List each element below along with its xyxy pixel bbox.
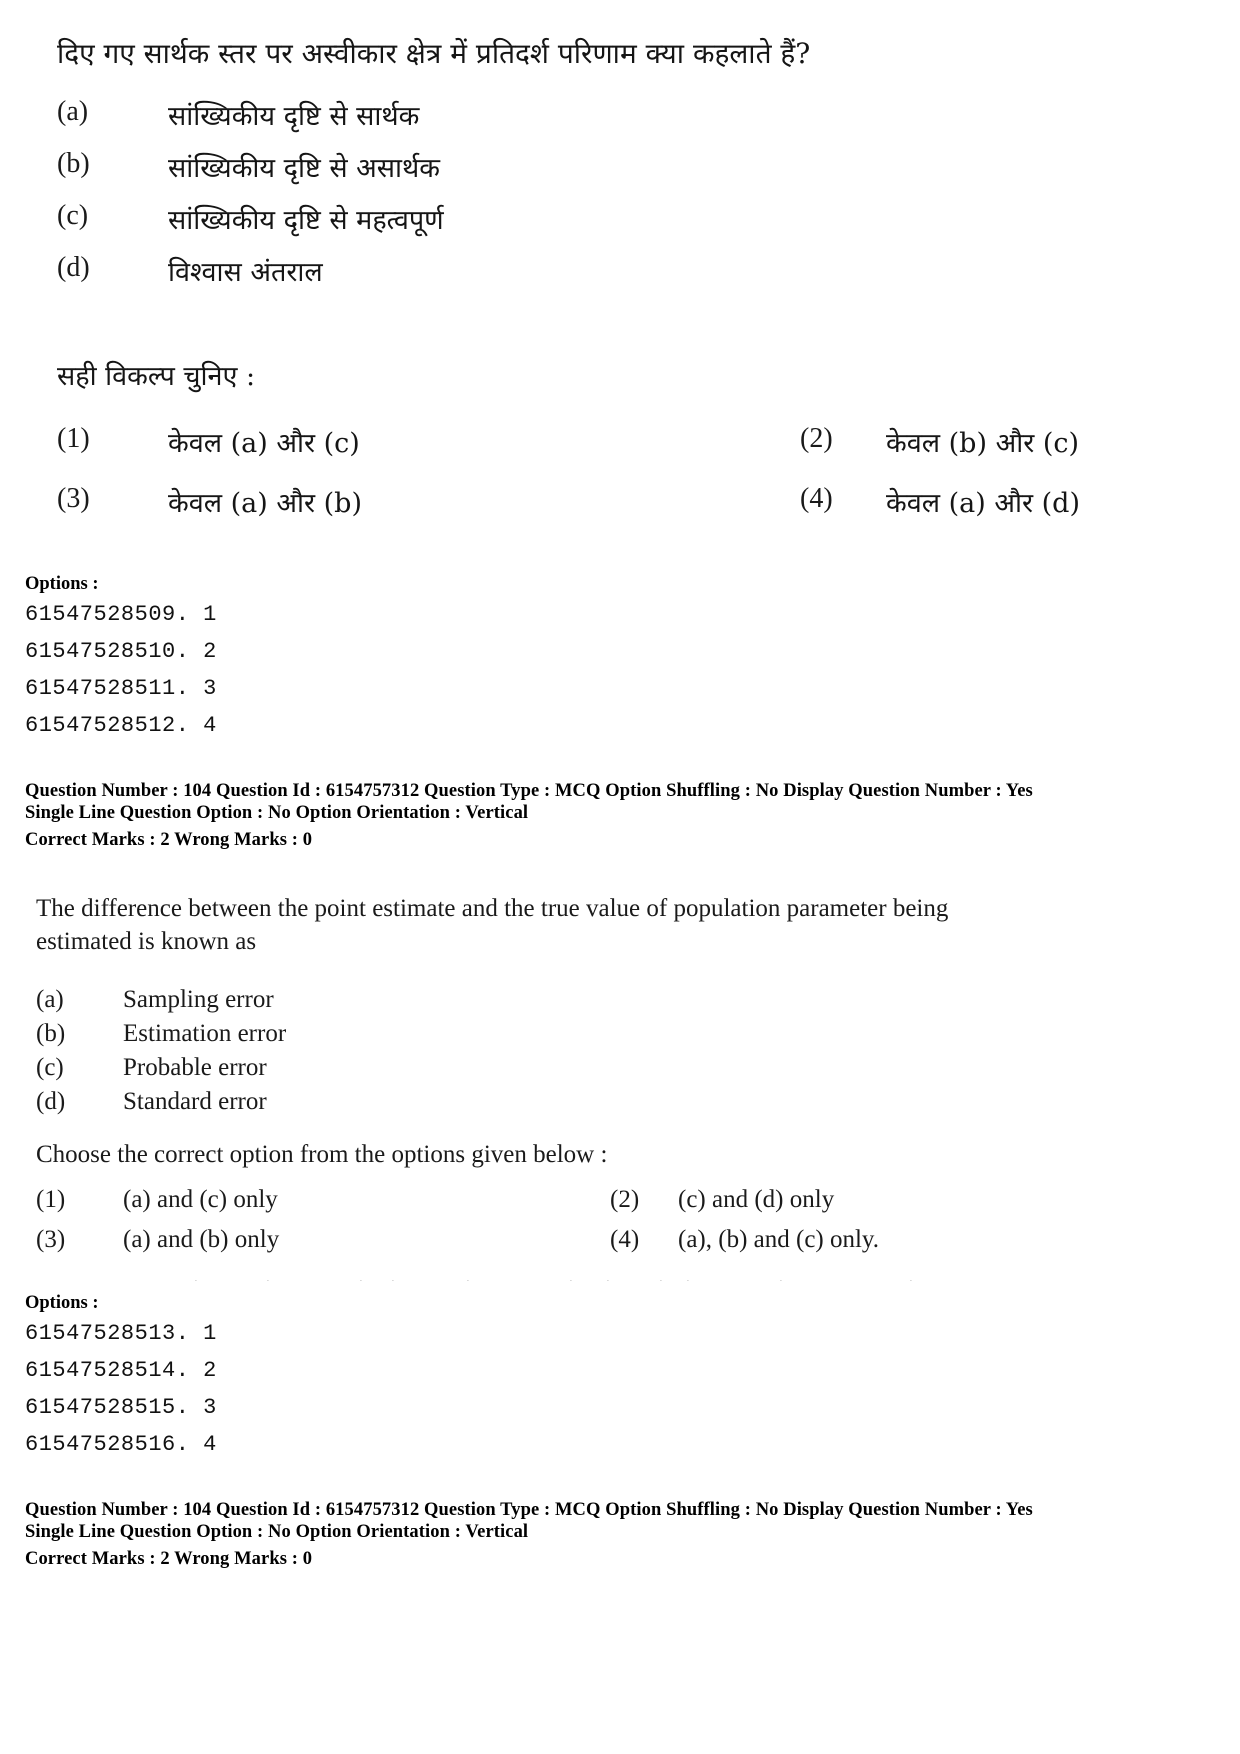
choice-text: (a), (b) and (c) only. xyxy=(678,1226,880,1253)
choice-text: (a) and (c) only xyxy=(123,1186,278,1213)
choice-label: (3) xyxy=(36,1226,66,1253)
question-stem-hindi: दिए गए सार्थक स्तर पर अस्वीकार क्षेत्र म… xyxy=(57,37,811,70)
option-id: 61547528512. 4 xyxy=(25,713,217,738)
choice-text: केवल (a) और (c) xyxy=(168,428,360,459)
choice-text: केवल (a) और (d) xyxy=(886,488,1080,519)
statement-label: (d) xyxy=(36,1088,66,1115)
question-stem-line: The difference between the point estimat… xyxy=(36,895,949,922)
statement-label: (c) xyxy=(57,200,89,231)
choice-label: (1) xyxy=(57,423,90,454)
option-id: 61547528513. 1 xyxy=(25,1321,217,1346)
statement-text: Probable error xyxy=(123,1054,267,1081)
instruction-hindi: सही विकल्प चुनिए : xyxy=(57,361,256,392)
option-id: 61547528516. 4 xyxy=(25,1432,217,1457)
meta-line: Correct Marks : 2 Wrong Marks : 0 xyxy=(25,1549,313,1569)
meta-line: Single Line Question Option : No Option … xyxy=(25,1522,529,1542)
statement-text: Sampling error xyxy=(123,986,274,1013)
statement-label: (c) xyxy=(36,1054,64,1081)
options-heading: Options : xyxy=(25,574,99,594)
choice-label: (2) xyxy=(610,1186,640,1213)
choice-label: (1) xyxy=(36,1186,66,1213)
meta-line: Correct Marks : 2 Wrong Marks : 0 xyxy=(25,830,313,850)
statement-text: सांख्यिकीय दृष्टि से सार्थक xyxy=(168,101,420,132)
statement-label: (d) xyxy=(57,252,90,283)
statement-text: Estimation error xyxy=(123,1020,287,1047)
statement-label: (b) xyxy=(57,148,90,179)
statement-text: विश्वास अंतराल xyxy=(168,257,323,288)
options-heading: Options : xyxy=(25,1293,99,1313)
meta-line: Question Number : 104 Question Id : 6154… xyxy=(25,781,1033,801)
statement-label: (a) xyxy=(36,986,64,1013)
choice-text: केवल (b) और (c) xyxy=(886,428,1080,459)
choice-label: (2) xyxy=(800,423,833,454)
choice-label: (3) xyxy=(57,483,90,514)
clipped-text-fragments: · · · · · · · · · · · xyxy=(195,1278,912,1285)
choice-text: (c) and (d) only xyxy=(678,1186,835,1213)
option-id: 61547528510. 2 xyxy=(25,639,217,664)
choice-text: (a) and (b) only xyxy=(123,1226,280,1253)
statement-label: (b) xyxy=(36,1020,66,1047)
question-stem-line: estimated is known as xyxy=(36,928,257,955)
meta-line: Question Number : 104 Question Id : 6154… xyxy=(25,1500,1033,1520)
choice-label: (4) xyxy=(610,1226,640,1253)
statement-text: सांख्यिकीय दृष्टि से असार्थक xyxy=(168,153,441,184)
instruction-english: Choose the correct option from the optio… xyxy=(36,1141,608,1168)
choice-label: (4) xyxy=(800,483,833,514)
option-id: 61547528509. 1 xyxy=(25,602,217,627)
statement-label: (a) xyxy=(57,96,89,127)
statement-text: Standard error xyxy=(123,1088,267,1115)
meta-line: Single Line Question Option : No Option … xyxy=(25,803,529,823)
choice-text: केवल (a) और (b) xyxy=(168,488,362,519)
option-id: 61547528515. 3 xyxy=(25,1395,217,1420)
option-id: 61547528514. 2 xyxy=(25,1358,217,1383)
statement-text: सांख्यिकीय दृष्टि से महत्वपूर्ण xyxy=(168,205,444,236)
option-id: 61547528511. 3 xyxy=(25,676,217,701)
